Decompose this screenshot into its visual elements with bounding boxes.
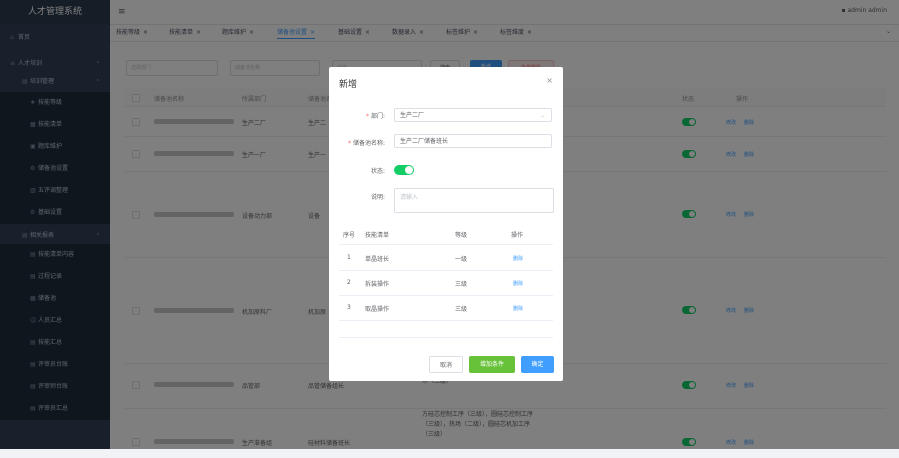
delete-link[interactable]: 删除 bbox=[513, 255, 523, 262]
pool-name-input[interactable]: 生产二厂储备班长 bbox=[394, 134, 552, 148]
skill-name: 单晶班长 bbox=[365, 256, 390, 263]
confirm-button[interactable]: 确定 bbox=[521, 356, 554, 373]
col-header: 序号 bbox=[343, 232, 356, 239]
row-no: 1 bbox=[347, 254, 351, 261]
pool-name-value: 生产二厂储备班长 bbox=[400, 138, 449, 145]
divider bbox=[339, 337, 553, 338]
row-no: 3 bbox=[347, 304, 351, 311]
add-dialog: 新增 × * 部门: 生产二厂 ⌄ * 储备池名称: 生产二厂储备班长 状态: 说明:… bbox=[329, 67, 563, 381]
status-switch[interactable] bbox=[394, 165, 414, 175]
close-icon[interactable]: × bbox=[546, 76, 553, 85]
cancel-button[interactable]: 取消 bbox=[429, 356, 463, 373]
pool-name-label: * 储备池名称: bbox=[329, 138, 385, 147]
required-mark: * bbox=[365, 113, 369, 120]
pool-name-label-text: 储备池名称: bbox=[352, 140, 385, 147]
delete-link[interactable]: 删除 bbox=[513, 305, 523, 312]
col-header: 操作 bbox=[511, 232, 524, 239]
dept-label: * 部门: bbox=[329, 111, 385, 120]
col-header: 技能清单 bbox=[365, 232, 390, 239]
skill-row: 1 单晶班长 一级 删除 bbox=[339, 245, 553, 271]
desc-label: 说明: bbox=[370, 194, 385, 201]
skill-row: 2 拆装操作 三级 删除 bbox=[339, 270, 553, 296]
skill-name: 取晶操作 bbox=[365, 306, 390, 313]
skill-row: 3 取晶操作 三级 删除 bbox=[339, 295, 553, 321]
skill-level: 一级 bbox=[455, 256, 468, 263]
row-no: 2 bbox=[347, 279, 351, 286]
skill-level: 三级 bbox=[455, 281, 468, 288]
delete-link[interactable]: 删除 bbox=[513, 280, 523, 287]
dept-select[interactable]: 生产二厂 ⌄ bbox=[394, 108, 552, 122]
chevron-down-icon: ⌄ bbox=[539, 112, 545, 119]
desc-textarea[interactable]: 请输入 bbox=[394, 188, 554, 213]
status-label: 状态: bbox=[370, 168, 385, 175]
skill-name: 拆装操作 bbox=[365, 281, 390, 288]
dialog-title: 新增 bbox=[339, 80, 358, 90]
skill-level: 三级 bbox=[455, 306, 468, 313]
col-header: 等级 bbox=[455, 232, 468, 239]
desc-placeholder: 请输入 bbox=[400, 194, 419, 201]
dept-value: 生产二厂 bbox=[400, 112, 425, 119]
add-condition-button[interactable]: 增加条件 bbox=[469, 356, 515, 373]
required-mark: * bbox=[347, 140, 351, 147]
dept-label-text: 部门: bbox=[370, 113, 385, 120]
